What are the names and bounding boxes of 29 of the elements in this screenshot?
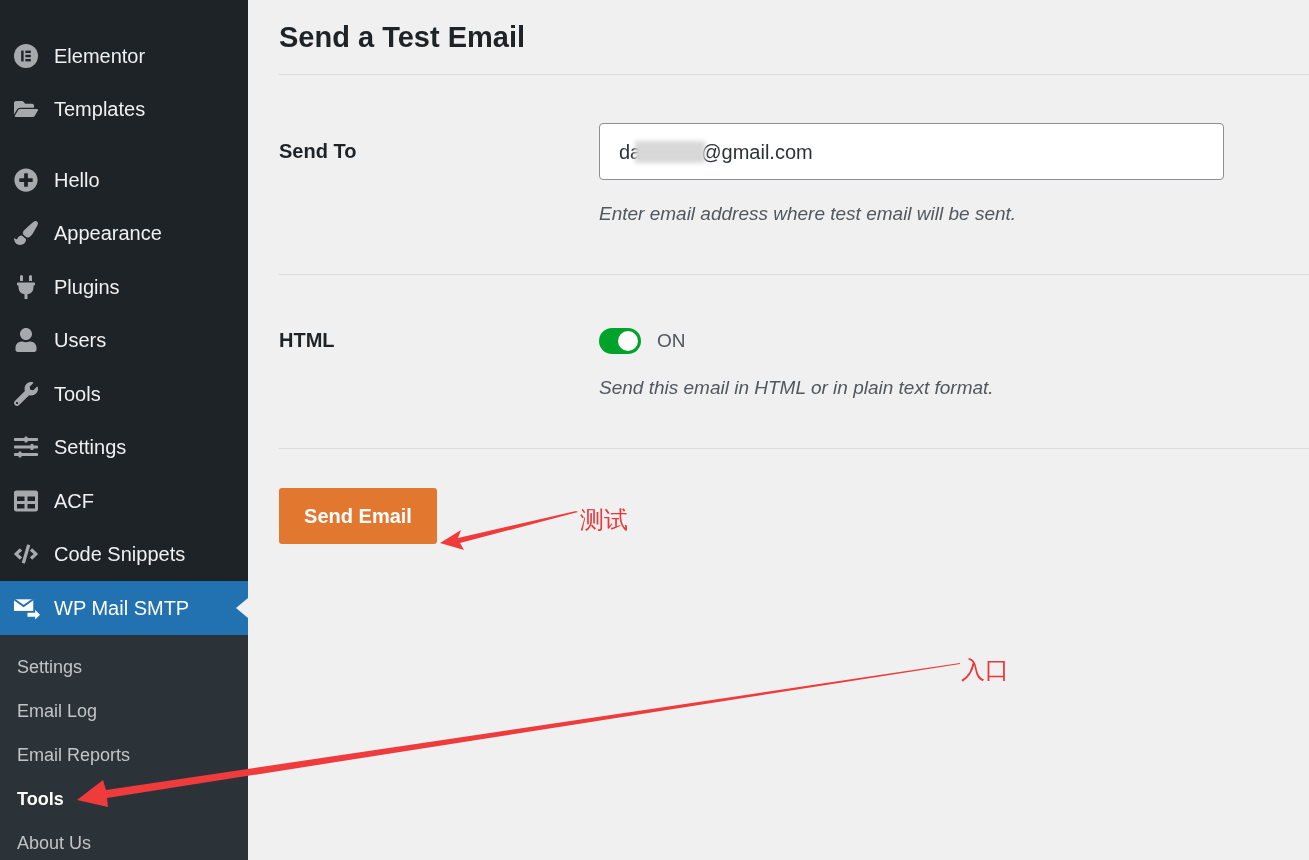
menu-item[interactable]: Appearance (0, 206, 248, 260)
page-title: Send a Test Email (279, 20, 527, 55)
submenu-item[interactable]: Email Reports (0, 733, 248, 778)
toggle-state-text: ON (657, 329, 686, 353)
toggle-switch[interactable] (599, 328, 641, 355)
menu-item[interactable]: Users (0, 313, 248, 367)
current-pointer-icon (236, 598, 248, 618)
wrench-icon (12, 379, 40, 408)
elementor-icon (12, 41, 40, 70)
menu-item[interactable]: Tools (0, 367, 248, 421)
submenu-item[interactable]: Email Log (0, 689, 248, 734)
menu-item[interactable]: WP Mail SMTP (0, 581, 248, 635)
field-label: HTML (279, 328, 336, 353)
field-hint: Send this email in HTML or in plain text format. (599, 375, 994, 400)
menu-item[interactable]: Templates (0, 82, 248, 136)
menu-item[interactable]: Elementor (0, 29, 248, 83)
paintbrush-icon (12, 219, 40, 248)
field-hint: Enter email address where test email will be sent. (599, 202, 1018, 226)
menu-item[interactable]: Code Snippets (0, 527, 248, 581)
menu-item[interactable]: Plugins (0, 260, 248, 314)
submenu-item[interactable]: Settings (0, 645, 248, 690)
annotation-label: 测试 (580, 505, 628, 536)
menu-item[interactable]: Settings (0, 420, 248, 474)
field-label: Send To (279, 139, 358, 164)
submenu-item[interactable]: About Us (0, 821, 248, 860)
submenu-item[interactable]: Tools (0, 777, 248, 822)
annotation-label: 入口 (961, 655, 1009, 686)
menu-item[interactable]: Hello (0, 153, 248, 207)
menu-item[interactable]: ACF (0, 474, 248, 528)
